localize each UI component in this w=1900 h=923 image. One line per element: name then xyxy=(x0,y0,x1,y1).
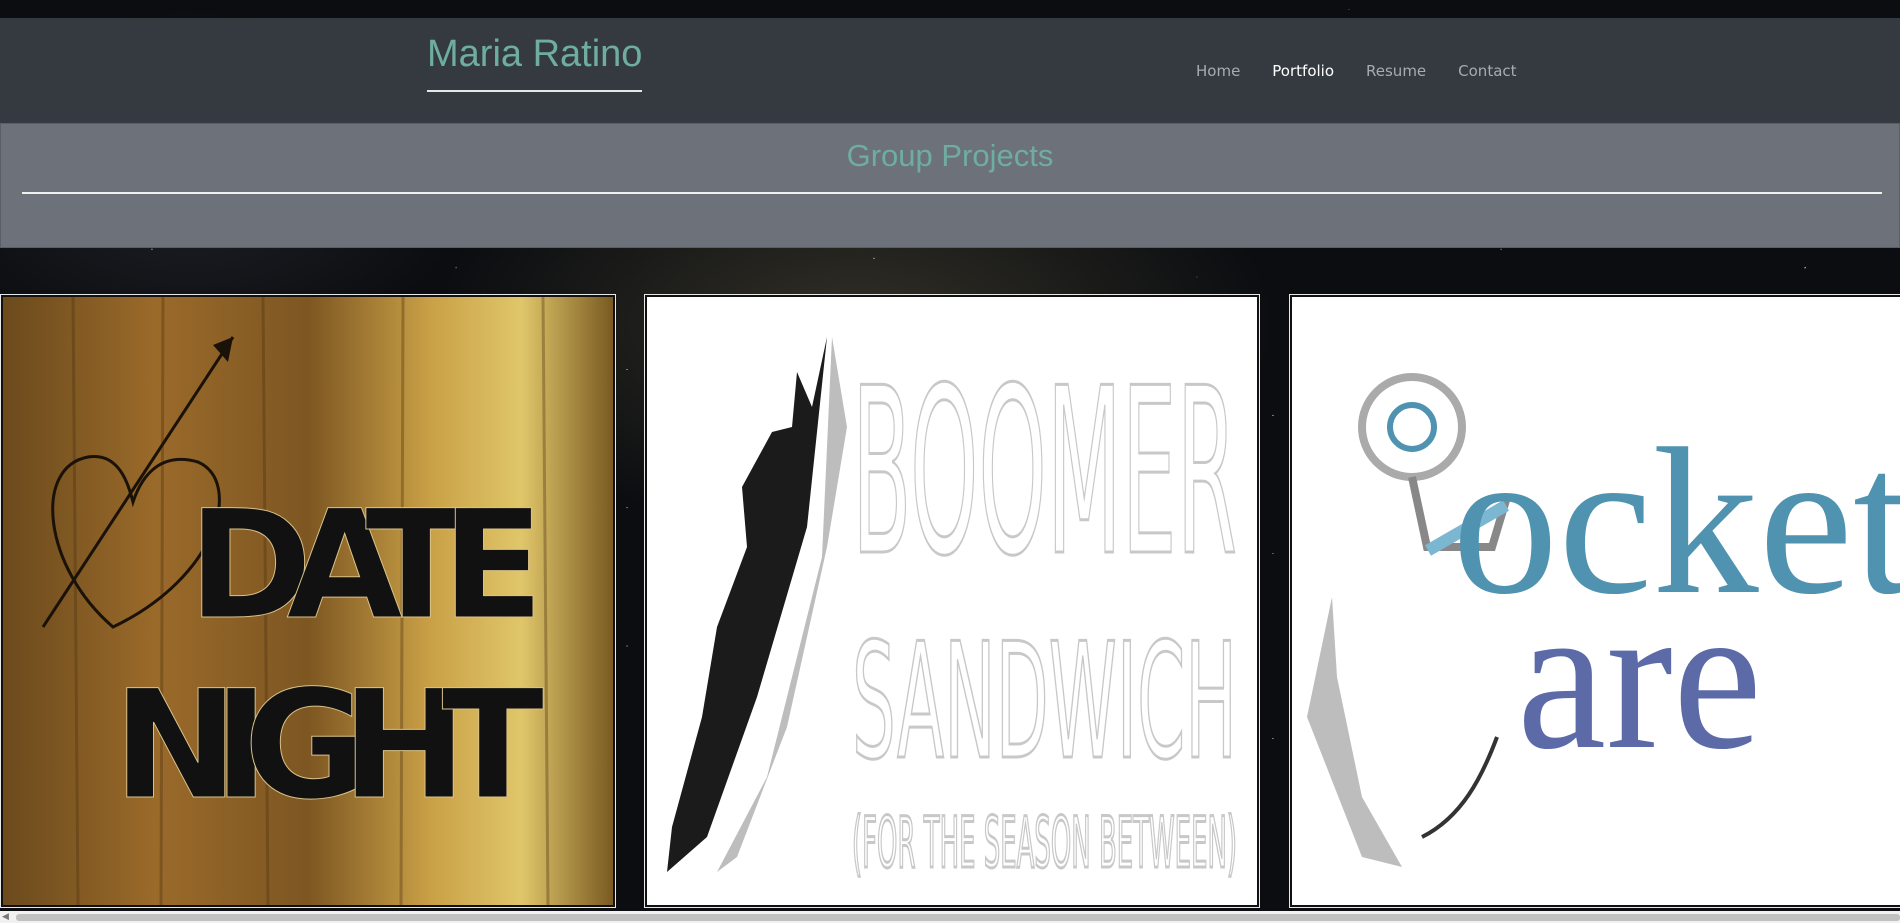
boomer-sandwich-logo-image: BOOMER SANDWICH (FOR THE SEASON BETWEEN) xyxy=(647,297,1257,905)
chevron-left-icon[interactable]: ◀ xyxy=(2,912,9,922)
pocket-care-logo-image: ocket are xyxy=(1292,297,1900,905)
section-title: Group Projects xyxy=(846,138,1054,173)
top-navbar: Maria Ratino Home Portfolio Resume Conta… xyxy=(0,18,1900,123)
project-gallery: DATE NIGHT BOOMER SANDWICH (FOR THE SEAS… xyxy=(0,294,1900,908)
care-word: are xyxy=(1517,561,1762,793)
project-card-boomer-sandwich[interactable]: BOOMER SANDWICH (FOR THE SEASON BETWEEN) xyxy=(644,294,1260,908)
boomer-word: BOOMER xyxy=(852,340,1237,607)
nav-portfolio[interactable]: Portfolio xyxy=(1256,62,1350,80)
date-night-logo-image: DATE NIGHT xyxy=(3,297,613,905)
section-divider xyxy=(22,192,1882,194)
boomer-tagline: (FOR THE SEASON BETWEEN) xyxy=(852,802,1237,884)
main-nav: Home Portfolio Resume Contact xyxy=(1180,62,1533,80)
project-card-date-night[interactable]: DATE NIGHT xyxy=(0,294,616,908)
date-night-line-1: DATE xyxy=(188,479,548,653)
nav-contact[interactable]: Contact xyxy=(1442,62,1532,80)
section-header-panel: Group Projects xyxy=(0,123,1900,248)
site-brand[interactable]: Maria Ratino xyxy=(427,33,643,92)
project-card-pocket-care[interactable]: ocket are xyxy=(1289,294,1900,908)
nav-resume[interactable]: Resume xyxy=(1350,62,1442,80)
nav-home[interactable]: Home xyxy=(1180,62,1256,80)
scrollbar-thumb[interactable] xyxy=(16,914,1900,921)
sandwich-word: SANDWICH xyxy=(852,608,1237,795)
horizontal-scrollbar[interactable]: ◀ xyxy=(0,911,1900,923)
date-night-line-2: NIGHT xyxy=(113,659,548,833)
